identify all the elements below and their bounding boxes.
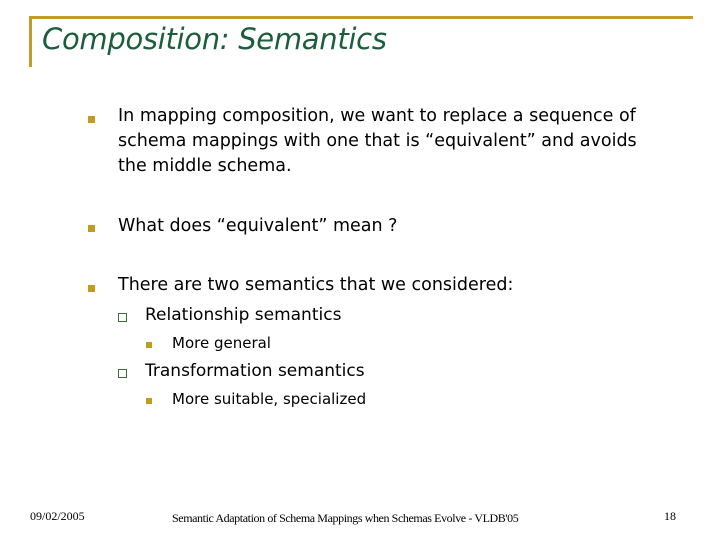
sub-sub-bullet-more-suitable: More suitable, specialized — [172, 390, 367, 408]
bullet-3-text: There are two semantics that we consider… — [118, 275, 514, 295]
bullet-1-line-3: the middle schema. — [118, 156, 292, 176]
footer-page-number: 18 — [664, 509, 676, 523]
bullet-square-icon — [88, 116, 95, 123]
footer-date: 09/02/2005 — [30, 509, 85, 523]
bullet-square-icon — [88, 285, 95, 292]
sub-bullet-transformation: Transformation semantics — [145, 361, 365, 381]
bullet-2-text: What does “equivalent” mean ? — [118, 216, 398, 236]
bullet-square-icon — [146, 398, 152, 404]
bullet-square-icon — [146, 342, 152, 348]
bullet-1-line-2: schema mappings with one that is “equiva… — [118, 131, 637, 151]
slide-title: Composition: Semantics — [42, 22, 387, 56]
footer-title: Semantic Adaptation of Schema Mappings w… — [172, 511, 519, 525]
sub-bullet-relationship: Relationship semantics — [145, 305, 342, 325]
bullet-square-icon — [88, 225, 95, 232]
bullet-1-line-1: In mapping composition, we want to repla… — [118, 106, 636, 126]
sub-sub-bullet-more-general: More general — [172, 334, 271, 352]
hollow-square-bullet-icon — [118, 369, 127, 378]
hollow-square-bullet-icon — [118, 313, 127, 322]
title-frame-top — [29, 16, 693, 19]
title-frame-left — [29, 16, 32, 67]
